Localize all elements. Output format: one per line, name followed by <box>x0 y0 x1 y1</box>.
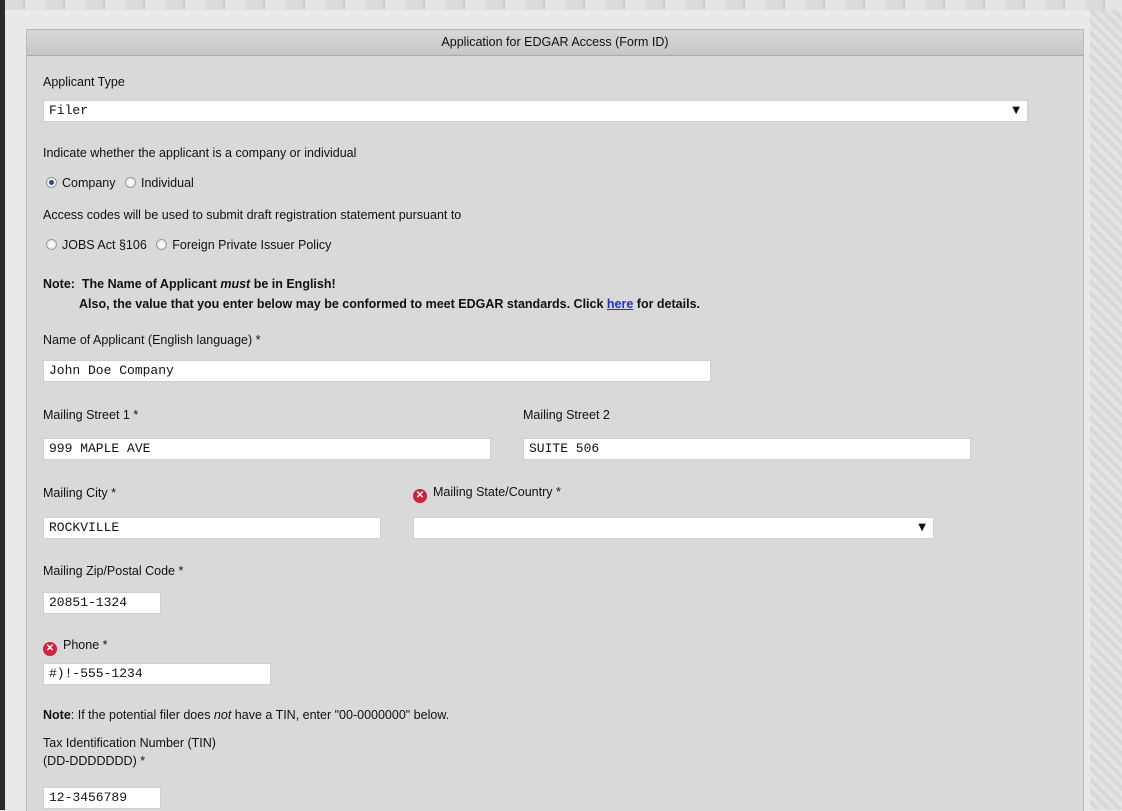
mailing-street2-label: Mailing Street 2 <box>523 408 610 422</box>
individual-radio[interactable] <box>124 177 136 188</box>
background-pattern <box>1090 10 1122 810</box>
name-note-line1: Note: The Name of Applicant must be in E… <box>43 277 336 291</box>
foreign-issuer-label: Foreign Private Issuer Policy <box>172 238 332 252</box>
phone-label: Phone * <box>63 638 108 652</box>
top-strip <box>5 0 1122 10</box>
tin-label-line1: Tax Identification Number (TIN) <box>43 736 216 750</box>
panel-title: Application for EDGAR Access (Form ID) <box>27 30 1083 56</box>
mailing-city-input[interactable]: ROCKVILLE <box>43 517 381 539</box>
applicant-name-input[interactable]: John Doe Company <box>43 360 711 382</box>
tin-input[interactable]: 12-3456789 <box>43 787 161 809</box>
dropdown-arrow-icon: ▼ <box>918 522 926 533</box>
applicant-type-label: Applicant Type <box>43 75 125 89</box>
phone-label-row: ✕ Phone * <box>43 638 107 656</box>
form-panel: Application for EDGAR Access (Form ID) A… <box>26 29 1084 811</box>
mailing-street1-label: Mailing Street 1 * <box>43 408 139 422</box>
company-radio[interactable] <box>46 177 57 188</box>
entity-type-radio-group: Company Individual <box>46 176 200 190</box>
tin-label-line2: (DD-DDDDDDD) * <box>43 754 146 768</box>
dropdown-arrow-icon: ▼ <box>1012 105 1020 116</box>
mailing-zip-label: Mailing Zip/Postal Code * <box>43 564 184 578</box>
mailing-street1-input[interactable]: 999 MAPLE AVE <box>43 438 491 460</box>
mailing-city-label: Mailing City * <box>43 486 116 500</box>
details-link[interactable]: here <box>607 297 633 311</box>
applicant-name-label: Name of Applicant (English language) * <box>43 333 261 347</box>
entity-type-question: Indicate whether the applicant is a comp… <box>43 146 357 160</box>
error-icon: ✕ <box>413 489 427 503</box>
phone-input[interactable]: #)!-555-1234 <box>43 663 271 685</box>
mailing-street2-input[interactable]: SUITE 506 <box>523 438 971 460</box>
error-icon: ✕ <box>43 642 57 656</box>
access-codes-question: Access codes will be used to submit draf… <box>43 208 462 222</box>
jobs-act-label: JOBS Act §106 <box>62 238 147 252</box>
company-radio-label: Company <box>62 176 116 190</box>
applicant-type-value: Filer <box>49 103 89 118</box>
tin-note: Note: If the potential filer does not ha… <box>43 708 450 722</box>
mailing-zip-input[interactable]: 20851-1324 <box>43 592 161 614</box>
window-border <box>0 0 5 810</box>
name-note-line2: Also, the value that you enter below may… <box>79 297 700 311</box>
jobs-act-radio[interactable] <box>46 239 57 250</box>
individual-radio-label: Individual <box>140 176 194 190</box>
applicant-type-select[interactable]: Filer ▼ <box>43 100 1028 122</box>
access-codes-radio-group: JOBS Act §106 Foreign Private Issuer Pol… <box>46 238 337 252</box>
mailing-state-select[interactable]: ▼ <box>413 517 934 539</box>
foreign-issuer-radio[interactable] <box>156 239 168 250</box>
mailing-state-label: Mailing State/Country * <box>433 485 561 499</box>
mailing-state-label-row: ✕ Mailing State/Country * <box>413 485 561 503</box>
